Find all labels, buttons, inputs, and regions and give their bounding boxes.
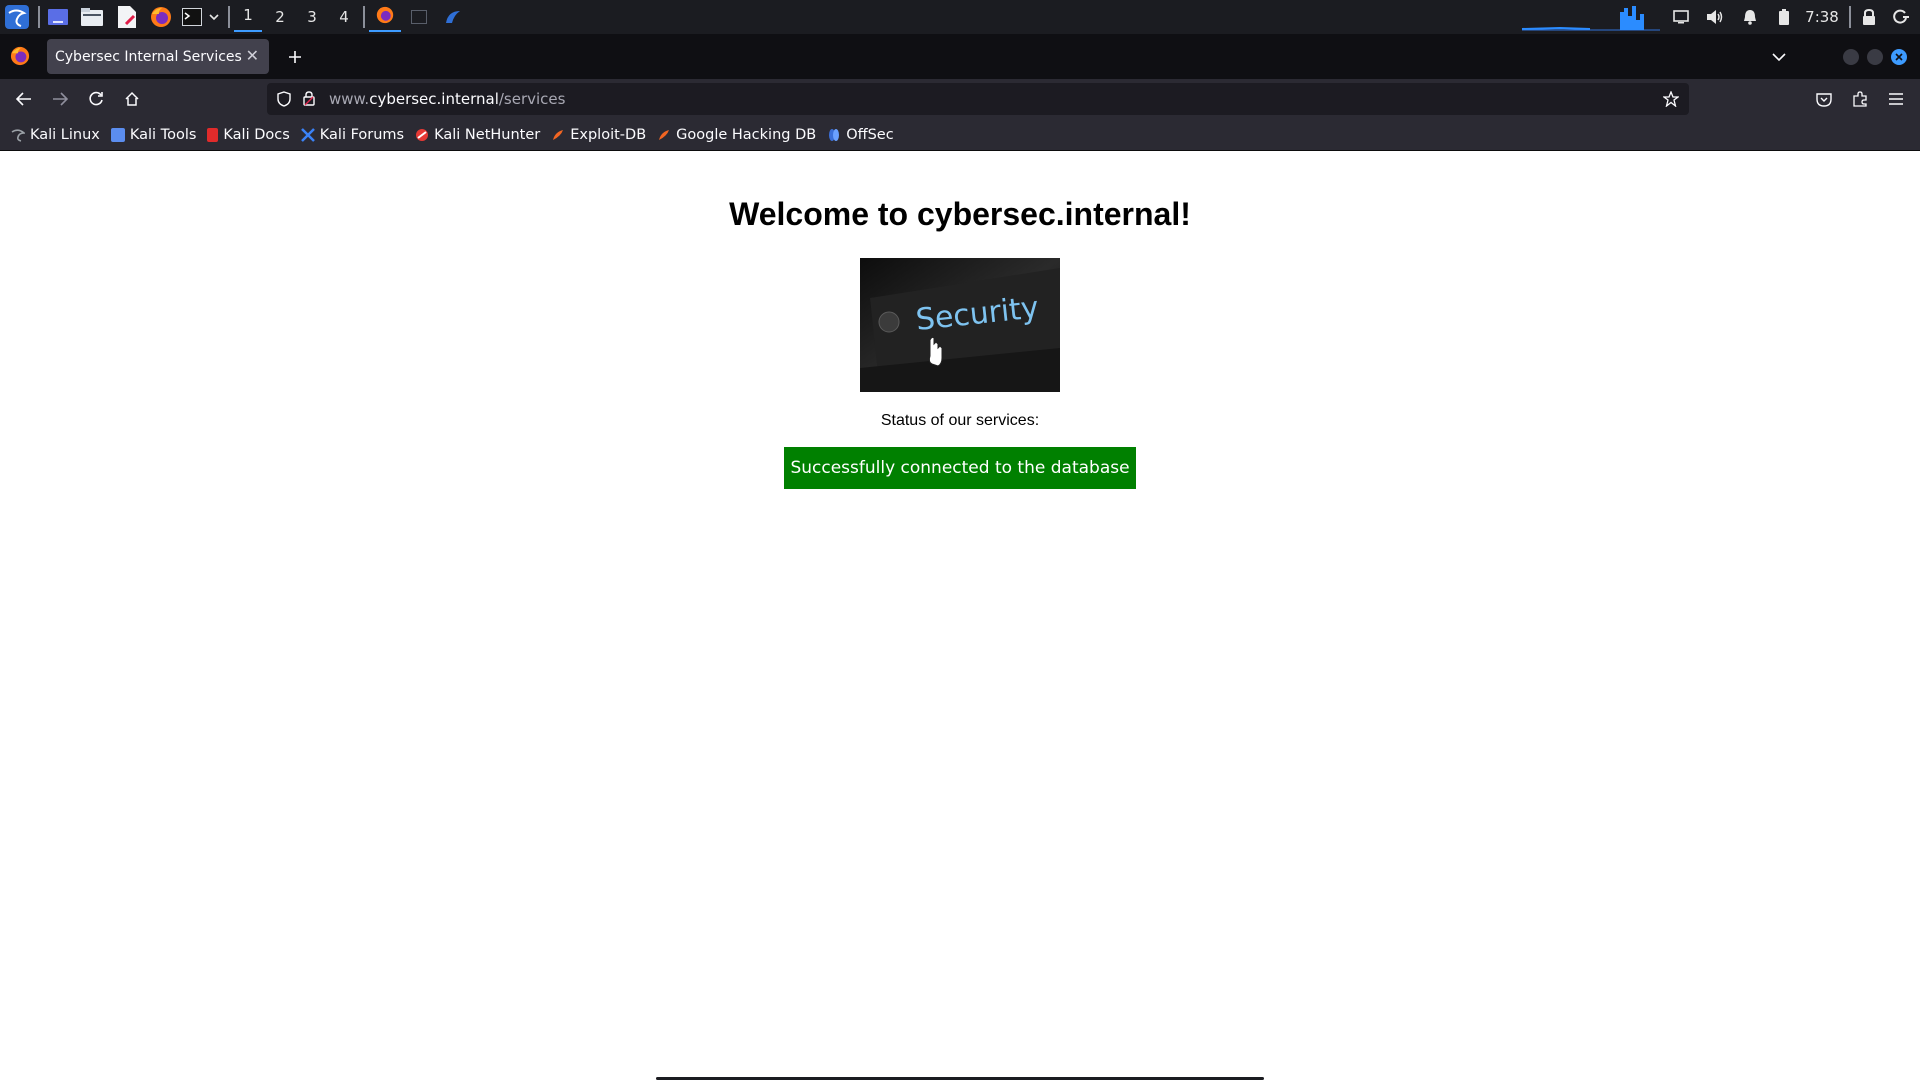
web-page-content: Welcome to cybersec.internal! Security S… <box>0 152 1920 1080</box>
taskbar-app-window[interactable] <box>438 0 468 34</box>
desktop-panel: 1 2 3 4 7:38 <box>0 0 1920 34</box>
extensions-puzzle-icon[interactable] <box>1845 84 1875 114</box>
bookmark-label: Google Hacking DB <box>676 126 817 143</box>
bookmark-offsec[interactable]: OffSec <box>827 121 894 149</box>
panel-separator <box>228 6 230 28</box>
panel-separator <box>363 6 365 28</box>
forward-button[interactable] <box>45 84 75 114</box>
tracking-protection-shield-icon[interactable] <box>277 91 291 111</box>
panel-separator <box>38 6 40 28</box>
taskbar-terminal-window[interactable] <box>404 0 434 34</box>
show-desktop-icon[interactable] <box>45 0 71 34</box>
bookmark-label: Exploit-DB <box>570 126 647 143</box>
logout-icon[interactable] <box>1890 0 1912 34</box>
volume-icon[interactable] <box>1704 0 1726 34</box>
bookmark-label: Kali Linux <box>30 126 100 143</box>
kali-dragon-icon <box>11 128 27 142</box>
list-all-tabs-chevron-icon[interactable] <box>1764 42 1794 72</box>
network-graph-icon <box>1520 0 1660 34</box>
bookmark-kali-nethunter[interactable]: Kali NetHunter <box>415 121 540 149</box>
close-tab-icon[interactable]: ✕ <box>246 46 259 65</box>
workspace-1[interactable]: 1 <box>234 0 262 32</box>
offsec-icon <box>827 128 841 142</box>
notifications-bell-icon[interactable] <box>1739 0 1761 34</box>
bookmark-google-hacking-db[interactable]: Google Hacking DB <box>657 121 816 149</box>
page-title: Welcome to cybersec.internal! <box>729 196 1191 232</box>
launcher-dropdown-icon[interactable] <box>206 0 222 34</box>
url-host: cybersec.internal <box>369 90 499 108</box>
tab-cybersec-internal-services[interactable]: Cybersec Internal Services ✕ <box>47 39 269 74</box>
home-button[interactable] <box>117 84 147 114</box>
exploit-db-icon <box>551 128 565 142</box>
new-tab-button[interactable] <box>280 42 310 72</box>
display-icon[interactable] <box>1670 0 1692 34</box>
bookmarks-toolbar: Kali Linux Kali Tools Kali Docs Kali For… <box>0 119 1920 151</box>
bookmark-exploit-db[interactable]: Exploit-DB <box>551 121 646 149</box>
kali-forums-icon <box>300 127 315 142</box>
bookmark-kali-forums[interactable]: Kali Forums <box>300 121 405 149</box>
firefox-launcher-icon[interactable] <box>148 0 174 34</box>
site-lock-icon[interactable] <box>303 91 315 110</box>
bookmark-label: Kali Forums <box>319 126 405 143</box>
workspace-2[interactable]: 2 <box>266 0 294 34</box>
bookmark-label: Kali Tools <box>129 126 197 143</box>
bookmark-kali-linux[interactable]: Kali Linux <box>11 121 100 149</box>
browser-navigation-bar: www.cybersec.internal/services <box>0 79 1920 119</box>
browser-tab-strip: Cybersec Internal Services ✕ <box>0 34 1920 79</box>
app-menu-hamburger-icon[interactable] <box>1881 84 1911 114</box>
close-window-button[interactable] <box>1891 49 1907 65</box>
bookmark-label: Kali NetHunter <box>434 126 541 143</box>
minimize-window-button[interactable] <box>1843 49 1859 65</box>
url-bar[interactable]: www.cybersec.internal/services <box>267 83 1689 115</box>
kali-tools-icon <box>110 127 125 142</box>
kali-docs-icon <box>207 127 219 142</box>
file-manager-icon[interactable] <box>79 0 105 34</box>
lock-screen-icon[interactable] <box>1858 0 1880 34</box>
terminal-launcher-icon[interactable] <box>180 0 204 34</box>
url-text[interactable]: www.cybersec.internal/services <box>329 83 565 115</box>
url-path: /services <box>498 90 566 108</box>
url-prefix: www. <box>329 90 370 108</box>
firefox-view-icon[interactable] <box>10 46 30 70</box>
bookmark-star-icon[interactable] <box>1662 90 1680 111</box>
clock[interactable]: 7:38 <box>1800 0 1844 34</box>
status-label: Status of our services: <box>880 412 1040 429</box>
panel-separator <box>1849 6 1851 28</box>
taskbar-firefox-window[interactable] <box>369 0 401 32</box>
kali-menu-icon[interactable] <box>2 0 32 34</box>
pocket-icon[interactable] <box>1809 84 1839 114</box>
bookmark-kali-docs[interactable]: Kali Docs <box>207 121 290 149</box>
workspace-4[interactable]: 4 <box>330 0 358 34</box>
bookmark-label: Kali Docs <box>223 126 290 143</box>
nethunter-icon <box>415 128 429 142</box>
ghdb-icon <box>657 128 671 142</box>
text-editor-icon[interactable] <box>114 0 140 34</box>
tab-title: Cybersec Internal Services <box>55 48 242 65</box>
maximize-window-button[interactable] <box>1867 49 1883 65</box>
battery-icon[interactable] <box>1773 0 1795 34</box>
bookmark-label: OffSec <box>846 126 894 143</box>
status-badge: Successfully connected to the database <box>784 447 1136 489</box>
reload-button[interactable] <box>81 84 111 114</box>
back-button[interactable] <box>9 84 39 114</box>
workspace-3[interactable]: 3 <box>298 0 326 34</box>
security-hero-image: Security <box>860 258 1060 392</box>
bookmark-kali-tools[interactable]: Kali Tools <box>110 121 197 149</box>
